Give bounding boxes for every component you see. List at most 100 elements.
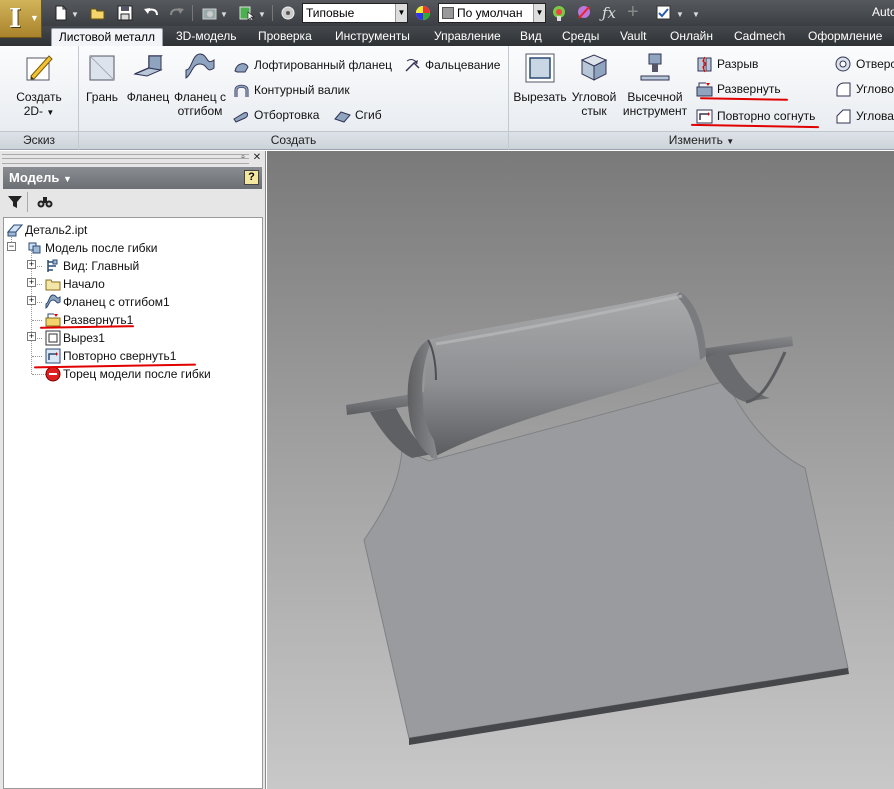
ribbon-tabs: Листовой металл 3D-модель Проверка Инстр…	[0, 26, 894, 46]
help-icon[interactable]: ?	[244, 170, 259, 185]
panel-title-modify: Изменить ▼	[509, 131, 894, 149]
settings-icon[interactable]	[279, 4, 297, 22]
pane-grip[interactable]	[2, 154, 249, 164]
model-tree: Деталь2.ipt − Модель после гибки + Вид: …	[3, 217, 263, 789]
style-combo[interactable]: Типовые ▼	[302, 3, 408, 23]
tab-sheet-metal[interactable]: Листовой металл	[51, 28, 163, 46]
browser-title: Модель	[9, 170, 60, 185]
cut-button[interactable]: Вырезать	[512, 52, 568, 104]
tab-tools[interactable]: Инструменты	[333, 28, 412, 46]
chevron-down-icon[interactable]: ▼	[726, 137, 734, 146]
folded-model-icon	[27, 240, 43, 256]
graphics-viewport[interactable]	[267, 151, 894, 789]
application-menu-button[interactable]: I ▼	[0, 0, 42, 38]
customize-qat-icon[interactable]: ▼	[692, 10, 700, 19]
tab-online[interactable]: Онлайн	[668, 28, 715, 46]
punch-tool-button[interactable]: Высечной инструмент	[620, 52, 690, 118]
binoculars-icon[interactable]	[37, 194, 53, 210]
ribbon: Создать 2D- ▼ Эскиз Грань Фланец Фланец …	[0, 46, 894, 150]
unfold-label: Развернуть	[717, 82, 781, 96]
quick-access-toolbar: I ▼ ▼ ▼ ▼ Типовые ▼ По умолчан ▼ ƒx + ▼ …	[0, 0, 894, 38]
cut-icon	[45, 330, 61, 346]
chevron-down-icon: ▼	[46, 108, 55, 117]
tree-item-label: Торец модели после гибки	[63, 367, 211, 381]
color-wheel-icon[interactable]	[414, 4, 432, 22]
corner-chamfer-icon	[835, 108, 852, 125]
appearance-icon[interactable]	[201, 4, 219, 22]
chevron-down-icon: ▼	[533, 4, 545, 22]
sheet-metal-part	[346, 292, 849, 745]
tab-inspect[interactable]: Проверка	[256, 28, 314, 46]
tab-cadmech[interactable]: Cadmech	[732, 28, 787, 46]
flange-icon	[132, 52, 164, 84]
contour-flange-label: Фланец с отгибом	[174, 90, 226, 118]
panel-title-create: Создать	[79, 131, 508, 149]
adjust-icon[interactable]	[550, 4, 568, 22]
refold-icon	[45, 348, 61, 364]
tree-item-label: Модель после гибки	[45, 241, 158, 255]
expand-icon[interactable]: +	[27, 260, 36, 269]
undo-icon[interactable]	[142, 4, 160, 22]
material-swatch-icon	[442, 7, 454, 19]
corner-round-icon	[835, 81, 852, 98]
sketch-icon	[23, 52, 55, 84]
expand-icon[interactable]: +	[27, 296, 36, 305]
expand-icon[interactable]: +	[27, 278, 36, 287]
chevron-down-icon[interactable]: ▼	[220, 10, 228, 19]
close-icon[interactable]: ✕	[251, 152, 263, 164]
tree-item-label: Вырез1	[63, 331, 105, 345]
tab-manage[interactable]: Управление	[432, 28, 503, 46]
create-2d-sketch-button[interactable]: Создать 2D- ▼	[10, 52, 68, 120]
chevron-down-icon: ▼	[62, 174, 72, 184]
filter-icon[interactable]	[7, 194, 23, 210]
chevron-down-icon[interactable]: ▼	[676, 10, 684, 19]
lofted-flange-label: Лофтированный фланец	[254, 58, 392, 72]
refold-label: Повторно согнуть	[717, 109, 816, 123]
contour-flange-button[interactable]: Фланец с отгибом	[172, 52, 228, 118]
browser-toolbar	[3, 191, 262, 213]
corner-seam-label: Угловой стык	[571, 90, 617, 118]
redo-icon[interactable]	[168, 4, 186, 22]
corner-chamfer-label: Углова	[856, 109, 894, 123]
rip-label: Разрыв	[717, 57, 759, 71]
tab-vault[interactable]: Vault	[618, 28, 648, 46]
checkbox-icon[interactable]	[655, 4, 673, 22]
create-2d-sketch-label: Создать 2D-	[16, 90, 62, 118]
material-combo[interactable]: По умолчан ▼	[438, 3, 546, 23]
corner-round-label: Углово	[856, 82, 894, 96]
fold-label: Фальцевание	[425, 58, 501, 72]
tab-view[interactable]: Вид	[518, 28, 544, 46]
clear-icon[interactable]	[575, 4, 593, 22]
face-button[interactable]: Грань	[84, 52, 120, 104]
save-icon[interactable]	[116, 4, 134, 22]
pane-maximize-icon[interactable]: ▫	[237, 152, 249, 164]
panel-title-sketch: Эскиз	[0, 131, 78, 149]
chevron-down-icon[interactable]: ▼	[258, 10, 266, 19]
collapse-icon[interactable]: −	[7, 242, 16, 251]
window-title: Auto	[872, 5, 894, 19]
expand-icon[interactable]: +	[27, 332, 36, 341]
cut-icon	[524, 52, 556, 84]
cut-label: Вырезать	[513, 90, 567, 104]
view-icon	[45, 258, 61, 274]
chevron-down-icon: ▼	[30, 13, 39, 23]
flange-button[interactable]: Фланец	[124, 52, 172, 104]
chevron-down-icon[interactable]: ▼	[71, 10, 79, 19]
corner-seam-button[interactable]: Угловой стык	[568, 52, 620, 118]
new-file-icon[interactable]	[52, 4, 70, 22]
contour-roll-icon	[233, 82, 250, 99]
end-of-part-icon	[45, 366, 61, 382]
select-icon[interactable]	[238, 4, 256, 22]
tab-environments[interactable]: Среды	[560, 28, 601, 46]
open-icon[interactable]	[89, 4, 107, 22]
browser-header[interactable]: Модель ▼ ?	[3, 167, 262, 189]
hole-label: Отверс	[856, 57, 894, 71]
material-combo-value: По умолчан	[457, 6, 523, 20]
corner-seam-icon	[578, 52, 610, 84]
tab-3d-model[interactable]: 3D-модель	[174, 28, 239, 46]
plus-icon[interactable]: +	[627, 2, 645, 22]
flange-label: Фланец	[126, 90, 170, 104]
punch-tool-icon	[639, 52, 671, 84]
tab-design[interactable]: Оформление	[806, 28, 884, 46]
fx-icon[interactable]: ƒx	[602, 4, 620, 22]
